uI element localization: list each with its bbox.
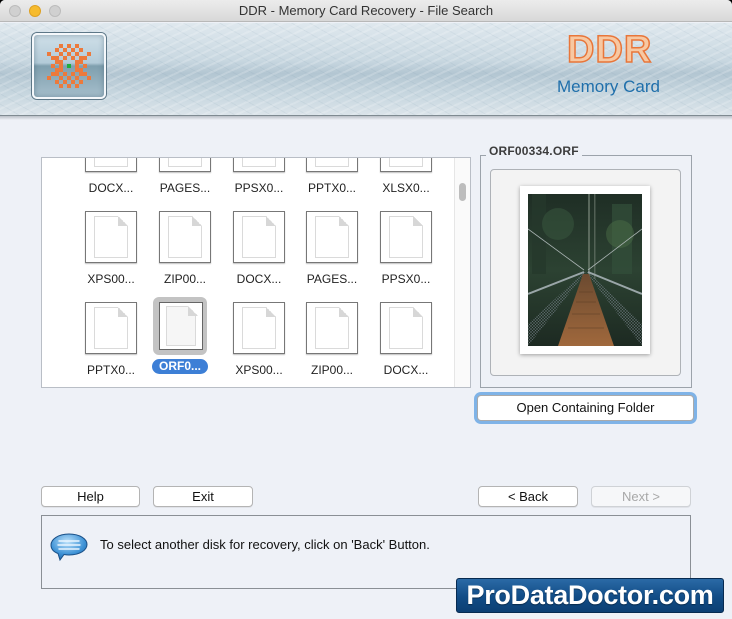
file-tile[interactable]: ZIP00... bbox=[295, 302, 369, 387]
minimize-window-button[interactable] bbox=[29, 5, 41, 17]
file-tile[interactable]: PAGES... bbox=[148, 158, 222, 206]
next-button[interactable]: Next > bbox=[591, 486, 691, 507]
file-icon bbox=[380, 158, 432, 172]
page-fold-icon bbox=[118, 307, 128, 317]
preview-thumbnail bbox=[520, 186, 650, 354]
open-containing-folder-button[interactable]: Open Containing Folder bbox=[477, 395, 694, 421]
file-icon bbox=[233, 211, 285, 263]
file-icon bbox=[159, 211, 211, 263]
file-tile-label: PPTX0... bbox=[307, 181, 357, 195]
file-tile[interactable]: PPTX0... bbox=[295, 158, 369, 206]
file-icon bbox=[306, 158, 358, 172]
file-tile-label: PPSX0... bbox=[381, 272, 431, 286]
document-page-icon bbox=[315, 158, 349, 167]
page-fold-icon bbox=[339, 216, 349, 226]
back-button[interactable]: < Back bbox=[478, 486, 578, 507]
file-tile[interactable]: DOCX... bbox=[369, 302, 443, 387]
speech-bubble-icon bbox=[48, 531, 90, 566]
file-icon bbox=[85, 302, 137, 354]
file-tile-label: ZIP00... bbox=[310, 363, 354, 377]
page-fold-icon bbox=[413, 216, 423, 226]
page-fold-icon bbox=[192, 216, 202, 226]
scrollbar-thumb[interactable] bbox=[459, 183, 466, 201]
file-tile-label: DOCX... bbox=[383, 363, 429, 377]
file-tile[interactable]: XPS00... bbox=[74, 211, 148, 297]
document-page-icon bbox=[94, 158, 128, 167]
vertical-scrollbar[interactable] bbox=[454, 158, 470, 387]
file-tile[interactable]: ZIP00... bbox=[148, 211, 222, 297]
file-grid[interactable]: DOCX... PAGES... PPSX0... PPTX0... XLSX0... X… bbox=[41, 157, 471, 388]
document-page-icon bbox=[242, 158, 276, 167]
header-banner: DDR Memory Card bbox=[0, 23, 732, 116]
product-name: Memory Card bbox=[557, 77, 660, 96]
exit-button[interactable]: Exit bbox=[153, 486, 253, 507]
page-fold-icon bbox=[188, 306, 198, 316]
file-icon bbox=[380, 302, 432, 354]
file-tile-label: DOCX... bbox=[236, 272, 282, 286]
file-tile-label: PPTX0... bbox=[86, 363, 136, 377]
file-icon bbox=[306, 302, 358, 354]
file-icon bbox=[380, 211, 432, 263]
file-tile-label: XPS00... bbox=[87, 272, 135, 286]
document-page-icon bbox=[168, 158, 202, 167]
title-bar: DDR - Memory Card Recovery - File Search bbox=[0, 0, 732, 22]
file-tile-label: XLSX0... bbox=[382, 181, 430, 195]
file-tile[interactable]: XLSX0... bbox=[369, 158, 443, 206]
page-fold-icon bbox=[339, 307, 349, 317]
file-tile[interactable]: XPS00... bbox=[222, 302, 296, 387]
window-title: DDR - Memory Card Recovery - File Search bbox=[238, 3, 494, 18]
status-message: To select another disk for recovery, cli… bbox=[100, 537, 430, 552]
close-window-button[interactable] bbox=[9, 5, 21, 17]
preview-image bbox=[528, 194, 642, 346]
document-page-icon bbox=[389, 158, 423, 167]
preview-file-name: ORF00334.ORF bbox=[486, 144, 582, 158]
page-fold-icon bbox=[266, 216, 276, 226]
file-tile[interactable]: ORF0... bbox=[148, 297, 222, 387]
file-icon bbox=[306, 211, 358, 263]
file-tile-label: PAGES... bbox=[159, 181, 211, 195]
file-icon bbox=[159, 302, 203, 350]
file-tile[interactable]: DOCX... bbox=[222, 211, 296, 297]
ddr-logo-icon bbox=[32, 33, 106, 99]
page-fold-icon bbox=[266, 307, 276, 317]
file-tile[interactable]: PPSX0... bbox=[369, 211, 443, 297]
page-fold-icon bbox=[413, 307, 423, 317]
file-tile-label: PAGES... bbox=[306, 272, 358, 286]
file-tile-label: ORF0... bbox=[152, 359, 208, 374]
file-tile[interactable]: PPSX0... bbox=[222, 158, 296, 206]
file-icon bbox=[233, 302, 285, 354]
watermark-badge: ProDataDoctor.com bbox=[456, 578, 724, 613]
file-tile[interactable]: PAGES... bbox=[295, 211, 369, 297]
file-icon bbox=[85, 158, 137, 172]
app-window: DDR - Memory Card Recovery - File Search… bbox=[0, 0, 732, 619]
file-icon bbox=[85, 211, 137, 263]
maximize-window-button[interactable] bbox=[49, 5, 61, 17]
help-button[interactable]: Help bbox=[41, 486, 140, 507]
page-fold-icon bbox=[118, 216, 128, 226]
brand-title: DDR bbox=[566, 28, 653, 72]
file-tile-label: XPS00... bbox=[235, 363, 283, 377]
banner-divider bbox=[0, 116, 732, 120]
file-tile[interactable]: PPTX0... bbox=[74, 302, 148, 387]
file-tile-label: ZIP00... bbox=[163, 272, 207, 286]
file-tile-label: PPSX0... bbox=[234, 181, 284, 195]
file-tile[interactable]: DOCX... bbox=[74, 158, 148, 206]
file-icon bbox=[159, 158, 211, 172]
file-tile-label: DOCX... bbox=[88, 181, 134, 195]
file-icon bbox=[233, 158, 285, 172]
